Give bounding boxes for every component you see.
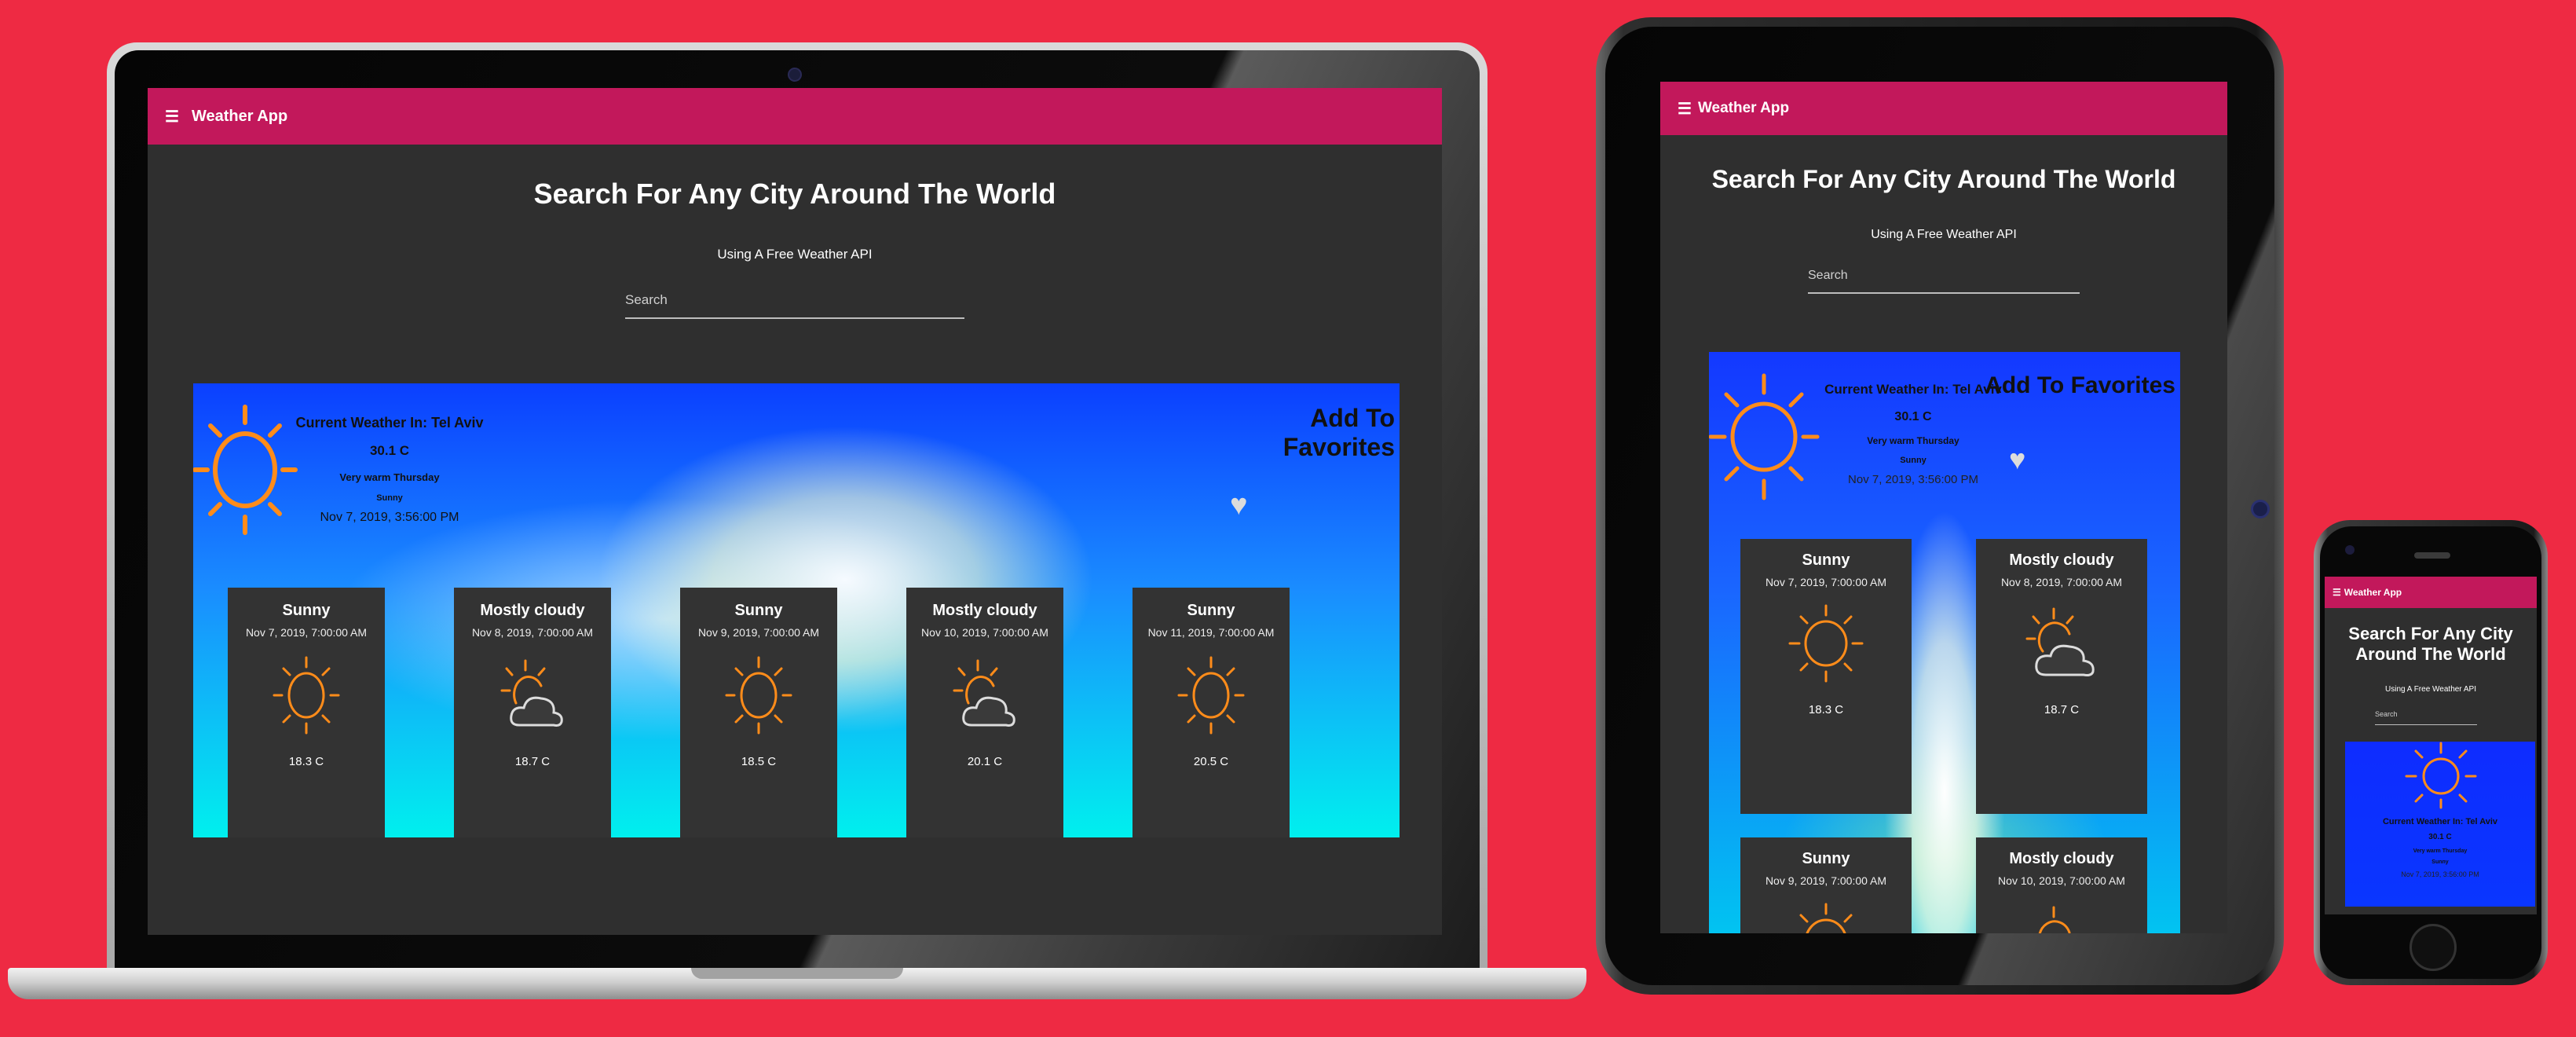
search-input[interactable]: Search [2375,710,2477,725]
current-description: Very warm Thursday [1867,435,1959,446]
add-to-favorites-button[interactable]: Add To Favorites [1214,404,1395,462]
forecast-date: Nov 7, 2019, 7:00:00 AM [245,626,368,639]
tablet-home-button [2251,500,2270,518]
current-description: Very warm Thursday [2413,848,2468,854]
current-timestamp: Nov 7, 2019, 3:56:00 PM [2401,870,2479,878]
forecast-condition: Mostly cloudy [2009,850,2114,867]
page-title: Search For Any City Around The World [533,178,1056,210]
app-bar: ☰ Weather App [1660,82,2227,135]
app-title: Weather App [191,107,288,125]
page-subtitle: Using A Free Weather API [2385,685,2476,694]
forecast-date: Nov 9, 2019, 7:00:00 AM [1765,874,1887,887]
page-title-line: Around The World [2355,644,2506,664]
forecast-date: Nov 8, 2019, 7:00:00 AM [471,626,594,639]
forecast-condition: Sunny [734,602,783,619]
hamburger-menu-icon[interactable]: ☰ [2333,587,2341,598]
forecast-card: Mostly cloudy Nov 10, 2019, 7:00:00 AM 2… [906,588,1063,837]
forecast-temp: 18.7 C [2044,703,2080,716]
current-weather-panel: Current Weather In: Tel Aviv 30.1 C Very… [1709,352,2180,933]
page-title: Search For Any City Around The World [1711,165,2176,193]
sun-icon [1788,604,1864,683]
heart-icon[interactable]: ♥ [1230,489,1248,522]
current-condition: Sunny [1900,456,1927,465]
forecast-condition: Sunny [1802,850,1850,867]
phone-camera [2345,545,2355,555]
forecast-condition: Sunny [282,602,331,619]
forecast-card: Sunny Nov 11, 2019, 7:00:00 AM 20.5 C [1132,588,1290,837]
phone-screen: ☰ Weather App Search For Any City Around… [2325,577,2537,914]
current-temperature: 30.1 C [1894,410,1932,423]
current-location: Current Weather In: Tel Aviv [2382,817,2498,826]
current-condition: Sunny [376,493,403,503]
page-title: Search For Any City Around The World [2325,624,2537,665]
forecast-card: Sunny Nov 7, 2019, 7:00:00 AM 18.3 C [228,588,385,837]
laptop-screen: ☰ Weather App Search For Any City Around… [148,88,1442,935]
phone-speaker [2414,552,2450,559]
laptop-camera [788,68,802,82]
forecast-card: Sunny Nov 7, 2019, 7:00:00 AM 18.3 C [1740,539,1912,814]
partly-cloudy-icon [2038,906,2071,933]
forecast-card: Sunny Nov 9, 2019, 7:00:00 AM [1740,837,1912,933]
forecast-date: Nov 7, 2019, 7:00:00 AM [1765,576,1887,588]
forecast-temp: 18.5 C [741,755,777,768]
page-title-line: Search For Any City [2348,624,2513,643]
hamburger-menu-icon[interactable]: ☰ [165,107,179,126]
app-title: Weather App [2344,587,2402,598]
add-to-favorites-button[interactable]: Add To Favorites [1981,372,2175,399]
forecast-temp: 18.7 C [514,755,551,768]
sun-icon [1799,903,1853,933]
search-input[interactable]: Search [625,292,964,319]
forecast-date: Nov 8, 2019, 7:00:00 AM [2000,576,2123,588]
phone-home-button [2410,924,2457,971]
partly-cloudy-icon [953,659,1015,727]
sun-icon [1709,373,1820,500]
current-weather-panel: Current Weather In: Tel Aviv 30.1 C Very… [193,383,1400,837]
forecast-condition: Mostly cloudy [2009,551,2114,569]
forecast-date: Nov 10, 2019, 7:00:00 AM [1998,874,2125,887]
current-timestamp: Nov 7, 2019, 3:56:00 PM [320,511,459,524]
app-bar: ☰ Weather App [2325,577,2537,608]
heart-icon[interactable]: ♥ [2009,443,2025,476]
current-weather-panel: Current Weather In: Tel Aviv 30.1 C Very… [2345,742,2535,907]
sun-icon [273,656,340,735]
partly-cloudy-icon [500,659,563,727]
hamburger-menu-icon[interactable]: ☰ [1678,99,1692,119]
tablet-screen: ☰ Weather App Search For Any City Around… [1660,82,2227,933]
current-condition: Sunny [2431,859,2449,865]
laptop-notch [691,968,903,979]
search-input[interactable]: Search [1808,269,2080,294]
forecast-temp: 18.3 C [1808,703,1844,716]
forecast-date: Nov 10, 2019, 7:00:00 AM [921,626,1048,639]
forecast-date: Nov 11, 2019, 7:00:00 AM [1147,626,1275,639]
sun-icon [1177,656,1245,735]
page-subtitle: Using A Free Weather API [717,247,873,262]
app-bar: ☰ Weather App [148,88,1442,145]
current-timestamp: Nov 7, 2019, 3:56:00 PM [1848,473,1978,486]
current-description: Very warm Thursday [339,471,440,483]
forecast-temp: 18.3 C [288,755,324,768]
forecast-card: Mostly cloudy Nov 8, 2019, 7:00:00 AM 18… [454,588,611,837]
forecast-card: Mostly cloudy Nov 10, 2019, 7:00:00 AM [1976,837,2147,933]
page-subtitle: Using A Free Weather API [1871,228,2017,241]
forecast-condition: Mostly cloudy [932,602,1037,619]
forecast-temp: 20.1 C [967,755,1003,768]
sun-icon [2405,742,2477,809]
current-temperature: 30.1 C [369,443,410,458]
forecast-card: Sunny Nov 9, 2019, 7:00:00 AM 18.5 C [680,588,837,837]
sun-icon [725,656,792,735]
current-temperature: 30.1 C [2428,833,2452,841]
forecast-card: Mostly cloudy Nov 8, 2019, 7:00:00 AM 18… [1976,539,2147,814]
partly-cloudy-icon [2025,607,2095,676]
forecast-date: Nov 9, 2019, 7:00:00 AM [697,626,820,639]
app-title: Weather App [1697,100,1790,116]
forecast-condition: Sunny [1187,602,1235,619]
current-location: Current Weather In: Tel Aviv [295,415,484,431]
forecast-condition: Mostly cloudy [480,602,585,619]
forecast-condition: Sunny [1802,551,1850,569]
forecast-temp: 20.5 C [1193,755,1229,768]
